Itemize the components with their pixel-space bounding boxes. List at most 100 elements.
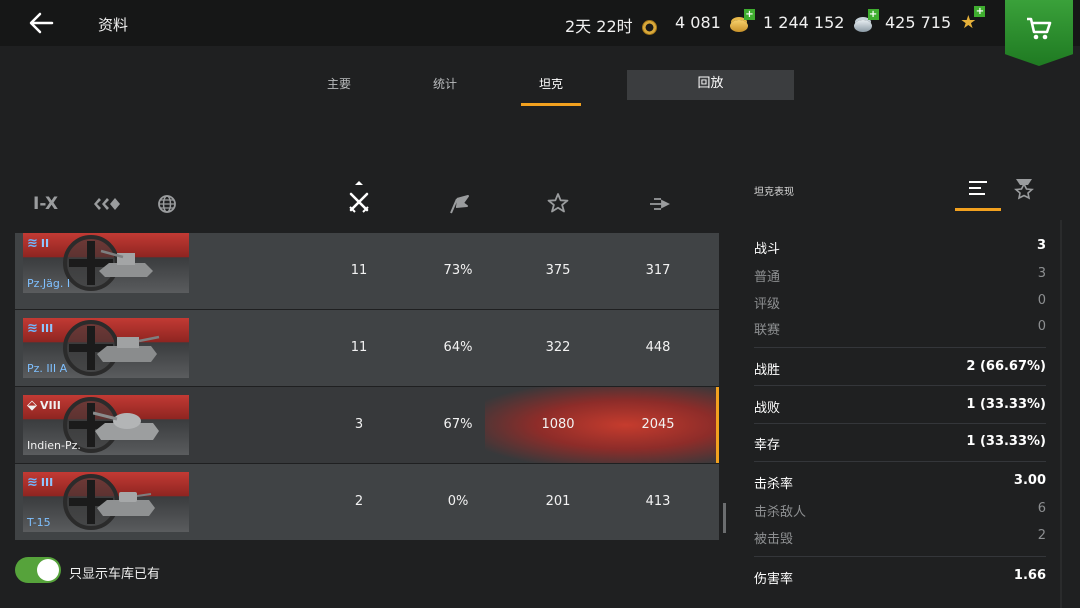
tank-table: ≋ II Pz.Jäg. I 11 73% 375 317 ≋ III Pz. II…	[15, 233, 719, 541]
table-row[interactable]: ≋ III T-15 2 0% 201 413	[15, 464, 719, 541]
right-panel-scrollbar[interactable]	[1060, 220, 1062, 608]
victories-flag-icon[interactable]	[448, 193, 470, 219]
cell-avg-xp: 1080	[541, 417, 575, 432]
tank-card: ≋ II Pz.Jäg. I	[23, 233, 189, 293]
premium-account-icon	[641, 20, 657, 35]
bars-list-icon	[969, 181, 987, 195]
table-scrollbar[interactable]	[723, 503, 726, 533]
tank-image	[93, 411, 159, 440]
mastery-chevron-icon: ≋	[27, 475, 38, 490]
toggle-knob	[37, 559, 59, 581]
stat-value: 1 (33.33%)	[966, 397, 1046, 412]
table-row-selected[interactable]: ⬙ VIII Indien-Pz. 3 67% 1080 2045	[15, 387, 719, 464]
mastery-badge-icon: ⬙	[27, 398, 37, 413]
cell-battles: 3	[354, 417, 364, 432]
tank-card: ≋ III Pz. III A	[23, 318, 189, 378]
stat-label: 被击毁	[754, 532, 794, 547]
silver-balance[interactable]: 1 244 152 +	[763, 8, 879, 32]
divider	[754, 461, 1046, 462]
divider	[754, 556, 1046, 557]
stat-label: 战败	[754, 401, 781, 416]
back-arrow-icon[interactable]	[26, 10, 56, 36]
mastery-chevron-icon: ≋	[27, 321, 38, 336]
cell-avg-damage: 2045	[641, 417, 675, 432]
damage-shell-icon[interactable]	[648, 193, 671, 219]
add-gold-icon[interactable]: +	[743, 8, 755, 20]
stat-label: 联赛	[754, 323, 781, 338]
stat-value: 2 (66.67%)	[966, 359, 1046, 374]
nation-filter-globe-icon[interactable]	[157, 194, 177, 218]
stat-value: 3	[1036, 238, 1046, 253]
tank-name: Pz.Jäg. I	[27, 277, 71, 290]
cart-icon	[1027, 17, 1052, 40]
stat-value: 2	[1037, 528, 1046, 543]
cell-battles: 11	[350, 263, 368, 278]
tank-tier: II	[40, 237, 50, 250]
selection-indicator	[716, 387, 719, 463]
stat-value: 0	[1037, 319, 1046, 334]
achievements-tab[interactable]	[1001, 175, 1047, 211]
tank-name: T-15	[27, 516, 51, 529]
owned-only-label: 只显示车库已有	[69, 567, 161, 582]
divider	[754, 347, 1046, 348]
cell-winrate: 0%	[447, 494, 469, 509]
page-title: 资料	[98, 16, 129, 34]
tank-tier: III	[40, 322, 54, 335]
performance-tab[interactable]	[955, 175, 1001, 211]
battles-sort-icon[interactable]	[348, 180, 370, 218]
stat-label: 评级	[754, 297, 781, 312]
stat-label: 幸存	[754, 438, 781, 453]
add-xp-icon[interactable]: +	[974, 6, 986, 17]
divider	[754, 385, 1046, 386]
table-row[interactable]: ≋ II Pz.Jäg. I 11 73% 375 317	[15, 233, 719, 310]
tab-replays[interactable]: 回放	[627, 70, 794, 100]
stat-value: 1 (33.33%)	[966, 434, 1046, 449]
free-xp-value: 425 715	[885, 13, 952, 32]
tab-main[interactable]: 主要	[310, 70, 368, 100]
cell-battles: 11	[350, 340, 368, 355]
stat-label: 普通	[754, 270, 781, 285]
owned-only-toggle[interactable]	[15, 557, 61, 583]
add-silver-icon[interactable]: +	[867, 8, 879, 20]
tab-replays-label: 回放	[697, 76, 724, 91]
silver-coin-icon: +	[853, 8, 879, 32]
free-xp-balance[interactable]: 425 715 ★ +	[885, 6, 986, 34]
gold-balance[interactable]: 4 081 +	[675, 8, 755, 32]
cell-avg-damage: 413	[645, 494, 671, 509]
tab-active-underline	[521, 103, 581, 106]
table-row[interactable]: ≋ III Pz. III A 11 64% 322 448	[15, 310, 719, 387]
cell-avg-xp: 201	[545, 494, 571, 509]
stat-value: 3	[1037, 266, 1046, 281]
award-icon	[1014, 179, 1034, 200]
premium-timer[interactable]: 2天 22时	[565, 13, 657, 37]
cell-winrate: 73%	[443, 263, 473, 278]
tier-filter-icon[interactable]: I-X	[33, 194, 58, 214]
tank-name: Pz. III A	[27, 362, 68, 375]
tab-tanks[interactable]: 坦克	[521, 70, 581, 106]
active-tab-underline	[955, 208, 1001, 211]
tier-badge: ≋ III	[27, 321, 53, 336]
tank-tier: VIII	[40, 399, 61, 412]
tank-image	[97, 492, 155, 516]
tier-badge: ⬙ VIII	[27, 398, 61, 413]
stat-label: 战胜	[754, 363, 781, 378]
stat-label: 击杀率	[754, 477, 794, 492]
shop-button[interactable]	[1005, 0, 1073, 66]
mastery-chevron-icon: ≋	[27, 236, 38, 251]
vehicle-class-filter-icon[interactable]	[92, 196, 122, 216]
tank-performance-title: 坦克表现	[754, 187, 794, 198]
gold-value: 4 081	[675, 13, 721, 32]
cell-winrate: 64%	[443, 340, 473, 355]
free-xp-star-icon: ★ +	[960, 6, 986, 33]
cell-avg-xp: 375	[545, 263, 571, 278]
top-bar: 资料 2天 22时 4 081 + 1 244 152 + 425 715 ★ +	[0, 0, 1080, 46]
stat-value: 3.00	[1013, 473, 1046, 488]
divider	[754, 423, 1046, 424]
tank-card: ≋ III T-15	[23, 472, 189, 532]
stat-label: 击杀敌人	[754, 505, 807, 520]
tier-filter-label: I-X	[33, 194, 59, 214]
tab-statistics[interactable]: 统计	[416, 70, 474, 100]
experience-star-icon[interactable]	[547, 192, 569, 218]
stat-value: 6	[1037, 501, 1046, 516]
stat-value: 1.66	[1013, 568, 1046, 583]
